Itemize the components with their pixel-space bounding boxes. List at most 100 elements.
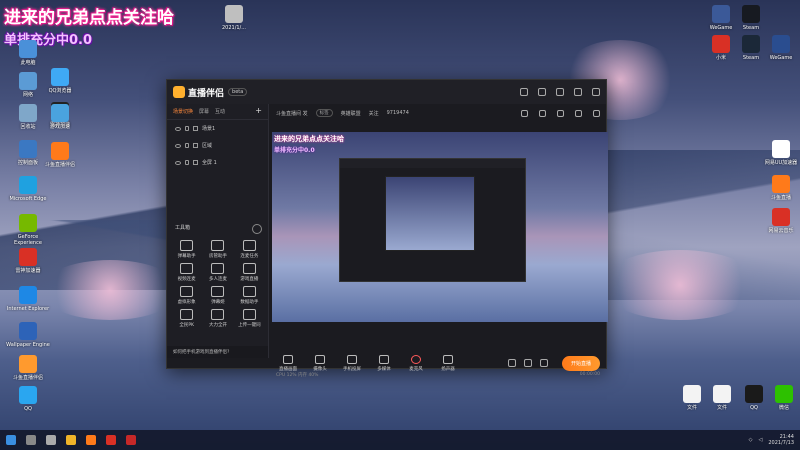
- tool-icon: [180, 309, 194, 320]
- room-info-bar: 斗鱼直播间 发 标签 英雄联盟 关注 9719474: [270, 104, 606, 122]
- left-desktop-icon[interactable]: 雷神加速器: [6, 248, 50, 274]
- eye-icon[interactable]: [175, 160, 181, 165]
- lock-icon[interactable]: [185, 143, 189, 148]
- eye-icon[interactable]: [523, 359, 532, 367]
- close-icon[interactable]: [592, 88, 600, 96]
- right-app-icon: [772, 208, 790, 226]
- file-explorer-icon[interactable]: [66, 435, 76, 445]
- room-category[interactable]: 英雄联盟: [341, 110, 361, 117]
- network-icon[interactable]: ◇: [749, 437, 753, 443]
- right-app-icon: [742, 35, 760, 53]
- tab-scene[interactable]: 场景切换: [173, 108, 193, 115]
- tool-item[interactable]: 全民PK: [171, 309, 202, 328]
- desktop-icon-label: 微信: [778, 405, 789, 411]
- right-app-icon: [772, 35, 790, 53]
- tool-item[interactable]: 房管助手: [202, 240, 233, 259]
- right-desktop-icon[interactable]: 网易UU加速器: [759, 140, 800, 166]
- preview-overlay-title: 进来的兄弟点点关注哈: [274, 135, 344, 143]
- tool-item[interactable]: 游戏直播: [234, 263, 265, 282]
- bell-icon[interactable]: [575, 109, 582, 117]
- camera-icon[interactable]: [507, 359, 516, 367]
- toolbox-header: 工具箱: [175, 224, 262, 234]
- tool-icon: [443, 354, 453, 364]
- tool-item[interactable]: 大力全开: [202, 309, 233, 328]
- live-companion-taskbar-icon[interactable]: [86, 435, 96, 445]
- lock-icon[interactable]: [185, 126, 189, 131]
- bottom-tool-button[interactable]: 摄像头: [308, 354, 332, 372]
- desktop-icon-label: 网络: [22, 92, 33, 98]
- tab-screen[interactable]: 屏幕: [199, 108, 209, 115]
- tool-item[interactable]: 虚拟形象: [171, 286, 202, 305]
- share-icon[interactable]: [521, 109, 528, 117]
- left-desktop-icon[interactable]: 斗鱼直播伴侣: [38, 142, 82, 168]
- bottom-tool-button[interactable]: 扬声器: [436, 354, 460, 372]
- tab-interact[interactable]: 互动: [215, 108, 225, 115]
- room-title: 斗鱼直播间 发: [276, 110, 308, 117]
- eye-icon[interactable]: [175, 126, 181, 131]
- left-desktop-icon[interactable]: 游戏加速: [38, 104, 82, 130]
- bottom-tool-button[interactable]: 手机投屏: [340, 354, 364, 372]
- tool-item[interactable]: 数据助手: [234, 286, 265, 305]
- left-desktop-icon[interactable]: Microsoft Edge: [6, 176, 50, 202]
- source-item[interactable]: 场景1: [167, 120, 268, 137]
- desktop-icon-label: 斗鱼直播伴侣: [44, 162, 75, 168]
- search-icon[interactable]: [26, 435, 36, 445]
- left-desktop-icon[interactable]: GeForce Experience: [6, 214, 50, 246]
- source-item[interactable]: 全屏 1: [167, 154, 268, 171]
- douyu-icon[interactable]: [126, 435, 136, 445]
- clock[interactable]: 21:44 2021/7/13: [768, 434, 794, 446]
- start-live-button[interactable]: 开始直播: [561, 355, 600, 371]
- tool-icon: [211, 286, 225, 297]
- left-desktop-icon[interactable]: 此电脑: [6, 40, 50, 66]
- live-companion-window[interactable]: 直播伴侣 beta 场景切换 屏幕 互动 + 场景1 区域 全屏 1 工具箱 弹…: [166, 79, 608, 378]
- lock-icon[interactable]: [185, 160, 189, 165]
- help-tip[interactable]: 如何把手机游戏到直播伴侣?: [167, 346, 268, 358]
- skin-icon[interactable]: [538, 88, 546, 96]
- tool-item[interactable]: 弹幕姬: [202, 286, 233, 305]
- right-desktop-icon[interactable]: 网易云音乐: [759, 208, 800, 234]
- volume-icon[interactable]: ◁: [759, 437, 763, 443]
- source-item[interactable]: 区域: [167, 137, 268, 154]
- window-titlebar[interactable]: 直播伴侣 beta: [167, 80, 606, 104]
- tool-item[interactable]: 弹幕助手: [171, 240, 202, 259]
- bottom-tool-button[interactable]: 直播画面: [276, 354, 300, 372]
- right-desktop-icon[interactable]: Steam: [729, 5, 773, 31]
- room-tag-badge[interactable]: 标签: [315, 109, 333, 117]
- left-app-icon: [19, 322, 37, 340]
- tool-item[interactable]: 上传一键同: [234, 309, 265, 328]
- more-icon[interactable]: [593, 109, 600, 117]
- start-icon[interactable]: [6, 435, 16, 445]
- gear-icon[interactable]: [539, 359, 548, 367]
- stream-preview[interactable]: 进来的兄弟点点关注哈 单排充分中0.0: [272, 132, 608, 322]
- netease-music-icon[interactable]: [106, 435, 116, 445]
- left-desktop-icon[interactable]: 网络: [6, 72, 50, 98]
- lock-icon[interactable]: [539, 109, 546, 117]
- left-desktop-icon[interactable]: 斗鱼直播伴侣: [6, 355, 50, 381]
- left-desktop-icon[interactable]: 2021/1/...: [212, 5, 256, 31]
- maximize-icon[interactable]: [574, 88, 582, 96]
- source-label: 全屏 1: [202, 160, 217, 166]
- task-view-icon[interactable]: [46, 435, 56, 445]
- left-desktop-icon[interactable]: Internet Explorer: [6, 286, 50, 312]
- tool-item[interactable]: 多人连麦: [202, 263, 233, 282]
- follow-label: 关注: [368, 110, 379, 117]
- desktop-icon-label: Internet Explorer: [6, 306, 50, 312]
- toolbox-grid: 弹幕助手 房管助手 连麦任务视频连麦 多人连麦 游戏直播虚拟形象 弹幕姬 数据助手全民PK 大…: [171, 240, 265, 328]
- right-desktop-icon[interactable]: 斗鱼直播: [759, 175, 800, 201]
- left-desktop-icon[interactable]: QQ: [6, 386, 50, 412]
- add-tool-icon[interactable]: [252, 224, 262, 234]
- tool-item[interactable]: 视频连麦: [171, 263, 202, 282]
- add-scene-button[interactable]: +: [255, 107, 262, 115]
- minimize-icon[interactable]: [556, 88, 564, 96]
- settings-icon[interactable]: [520, 88, 528, 96]
- tool-item[interactable]: 连麦任务: [234, 240, 265, 259]
- bottom-tool-button[interactable]: 麦克风: [404, 354, 428, 372]
- gift-icon[interactable]: [557, 109, 564, 117]
- left-desktop-icon[interactable]: Wallpaper Engine: [6, 322, 50, 348]
- tool-label: 数据助手: [240, 300, 259, 305]
- eye-icon[interactable]: [175, 143, 181, 148]
- right-desktop-icon[interactable]: WeGame: [759, 35, 800, 61]
- right-desktop-icon[interactable]: 微信: [762, 385, 800, 411]
- bottom-tool-button[interactable]: 多媒体: [372, 354, 396, 372]
- window-controls: [520, 88, 600, 96]
